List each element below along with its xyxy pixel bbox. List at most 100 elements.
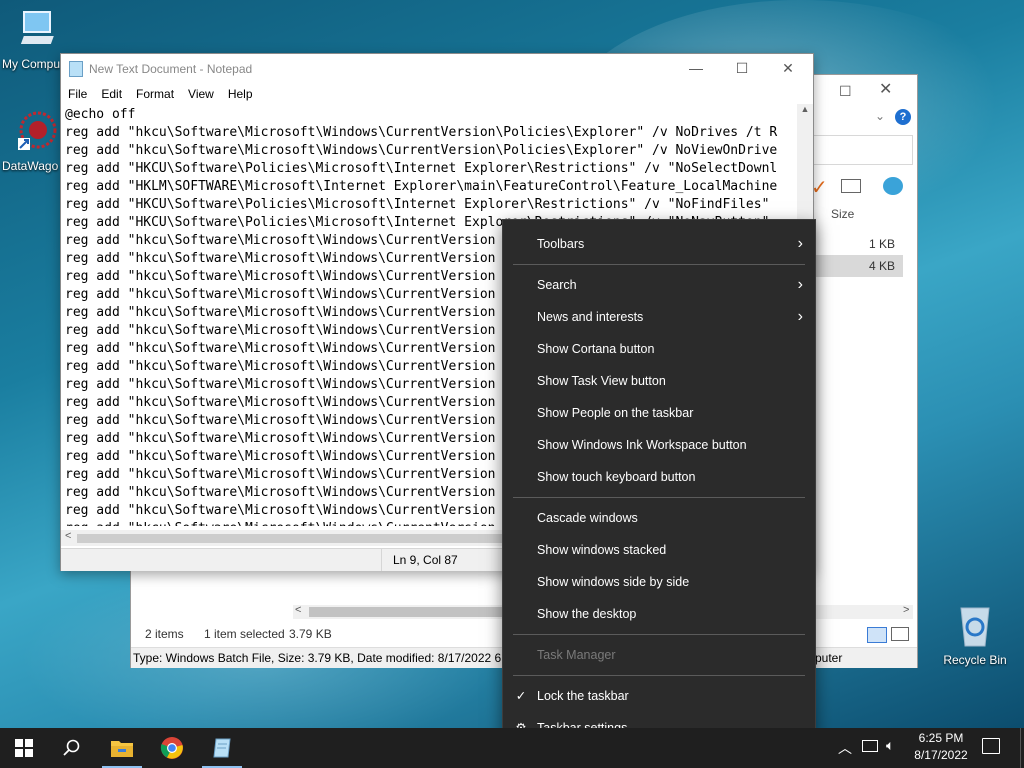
menu-item-toolbars[interactable]: Toolbars › (503, 228, 815, 260)
help-icon[interactable]: ? (895, 109, 911, 125)
menu-separator (513, 497, 805, 498)
folder-icon (111, 741, 133, 757)
taskbar-context-menu: Toolbars › Search › News and interests › Sh… (502, 219, 816, 753)
desktop-icon-recycle-bin[interactable]: Recycle Bin (935, 602, 1015, 667)
desktop-icon-label: Recycle Bin (943, 653, 1007, 667)
menu-item-label: Show windows stacked (537, 543, 667, 557)
menu-item-label: Show touch keyboard button (537, 470, 696, 484)
notepad-icon (213, 738, 231, 758)
text-line: reg add "HKCU\Software\Policies\Microsof… (65, 197, 770, 212)
menu-item-label: Show Windows Ink Workspace button (537, 438, 747, 452)
menu-item-news-and-interests[interactable]: News and interests › (503, 301, 815, 333)
column-header-size[interactable]: Size (831, 207, 854, 221)
file-row-size[interactable]: 1 KB (811, 233, 903, 255)
menu-item-show-ink-workspace[interactable]: Show Windows Ink Workspace button (503, 429, 815, 461)
menu-format[interactable]: Format (129, 84, 181, 104)
text-line: reg add "hkcu\Software\Microsoft\Windows… (65, 125, 778, 140)
menu-file[interactable]: File (61, 84, 94, 104)
menu-bar: File Edit Format View Help (61, 84, 813, 104)
chevron-right-icon: › (797, 276, 803, 293)
menu-item-search[interactable]: Search › (503, 269, 815, 301)
menu-separator (513, 634, 805, 635)
scroll-left-icon[interactable]: < (65, 530, 71, 542)
scroll-up-icon[interactable]: ▲ (797, 104, 813, 114)
selection-count: 1 item selected (204, 627, 285, 641)
close-icon[interactable]: ✕ (879, 79, 892, 99)
toolbar-icons: ✓ (811, 175, 911, 199)
menu-item-cascade-windows[interactable]: Cascade windows (503, 502, 815, 534)
menu-item-label: Toolbars (537, 237, 585, 251)
menu-item-lock-taskbar[interactable]: ✓ Lock the taskbar (503, 680, 815, 712)
menu-edit[interactable]: Edit (94, 84, 129, 104)
menu-separator (513, 264, 805, 265)
menu-item-label: Show Cortana button (537, 342, 655, 356)
text-line: reg add "hkcu\Software\Microsoft\Windows… (65, 143, 778, 158)
show-desktop-button[interactable] (1020, 728, 1024, 768)
notepad-app-icon (69, 61, 83, 77)
menu-item-show-task-view[interactable]: Show Task View button (503, 365, 815, 397)
details-view-icon[interactable] (867, 627, 887, 643)
menu-item-show-desktop[interactable]: Show the desktop (503, 598, 815, 630)
rename-icon[interactable] (841, 179, 861, 193)
menu-item-show-touch-keyboard[interactable]: Show touch keyboard button (503, 461, 815, 493)
large-icons-view-icon[interactable] (891, 627, 909, 641)
selection-size: 3.79 KB (289, 627, 332, 641)
start-button[interactable] (0, 728, 48, 768)
maximize-icon[interactable]: ☐ (719, 54, 765, 84)
scroll-left-icon[interactable]: < (295, 604, 301, 616)
chevron-right-icon: › (797, 308, 803, 325)
menu-item-label: Show Task View button (537, 374, 666, 388)
title-bar[interactable]: New Text Document - Notepad — ☐ ✕ (61, 54, 813, 84)
file-explorer-taskbar-button[interactable] (98, 728, 146, 768)
menu-separator (513, 675, 805, 676)
scroll-right-icon[interactable]: > (903, 604, 909, 616)
menu-item-label: Show the desktop (537, 607, 637, 621)
minimize-icon[interactable]: — (673, 54, 719, 84)
properties-icon[interactable] (883, 177, 903, 195)
ribbon-expand-icon[interactable]: ⌄ (875, 109, 885, 123)
notepad-taskbar-button[interactable] (198, 728, 246, 768)
chevron-right-icon: › (797, 235, 803, 252)
menu-item-label: Show windows side by side (537, 575, 690, 589)
file-row-size-selected[interactable]: 4 KB (811, 255, 903, 277)
text-line: reg add "HKLM\SOFTWARE\Microsoft\Interne… (65, 179, 778, 194)
network-icon[interactable] (862, 740, 878, 752)
computer-icon (0, 8, 78, 55)
menu-item-label: Search (537, 278, 577, 292)
clock[interactable]: 6:25 PM 8/17/2022 (906, 730, 976, 764)
checkmark-icon: ✓ (515, 689, 527, 703)
menu-item-label: News and interests (537, 310, 644, 324)
cursor-position: Ln 9, Col 87 (393, 553, 458, 567)
taskbar: ︿ 🔈︎ 6:25 PM 8/17/2022 (0, 728, 1024, 768)
recycle-bin-icon (935, 602, 1015, 651)
chevron-up-icon[interactable]: ︿ (838, 738, 852, 758)
close-icon[interactable]: ✕ (765, 54, 811, 84)
menu-item-label: Task Manager (537, 648, 616, 662)
volume-icon[interactable]: 🔈︎ (886, 737, 894, 754)
search-button[interactable] (48, 728, 96, 768)
notifications-icon[interactable] (982, 738, 1000, 754)
maximize-icon[interactable]: ☐ (839, 83, 852, 100)
menu-help[interactable]: Help (221, 84, 260, 104)
text-line: reg add "HKCU\Software\Policies\Microsof… (65, 161, 778, 176)
window-title: New Text Document - Notepad (89, 62, 253, 76)
menu-item-label: Cascade windows (537, 511, 638, 525)
item-count: 2 items (145, 627, 184, 641)
menu-item-show-cortana[interactable]: Show Cortana button (503, 333, 815, 365)
menu-item-show-windows-side-by-side[interactable]: Show windows side by side (503, 566, 815, 598)
menu-item-show-people[interactable]: Show People on the taskbar (503, 397, 815, 429)
status-divider (381, 549, 382, 571)
scrollbar-thumb[interactable] (77, 534, 557, 543)
clock-time: 6:25 PM (918, 731, 964, 745)
file-details-text: Type: Windows Batch File, Size: 3.79 KB,… (133, 651, 518, 665)
menu-item-show-windows-stacked[interactable]: Show windows stacked (503, 534, 815, 566)
menu-view[interactable]: View (181, 84, 221, 104)
chrome-icon (160, 737, 183, 759)
chrome-taskbar-button[interactable] (148, 728, 196, 768)
text-line: @echo off (65, 107, 136, 122)
search-icon (63, 739, 80, 756)
windows-logo-icon (15, 739, 33, 757)
search-box[interactable] (811, 135, 913, 165)
menu-item-label: Show People on the taskbar (537, 406, 694, 420)
menu-item-task-manager: Task Manager (503, 639, 815, 671)
